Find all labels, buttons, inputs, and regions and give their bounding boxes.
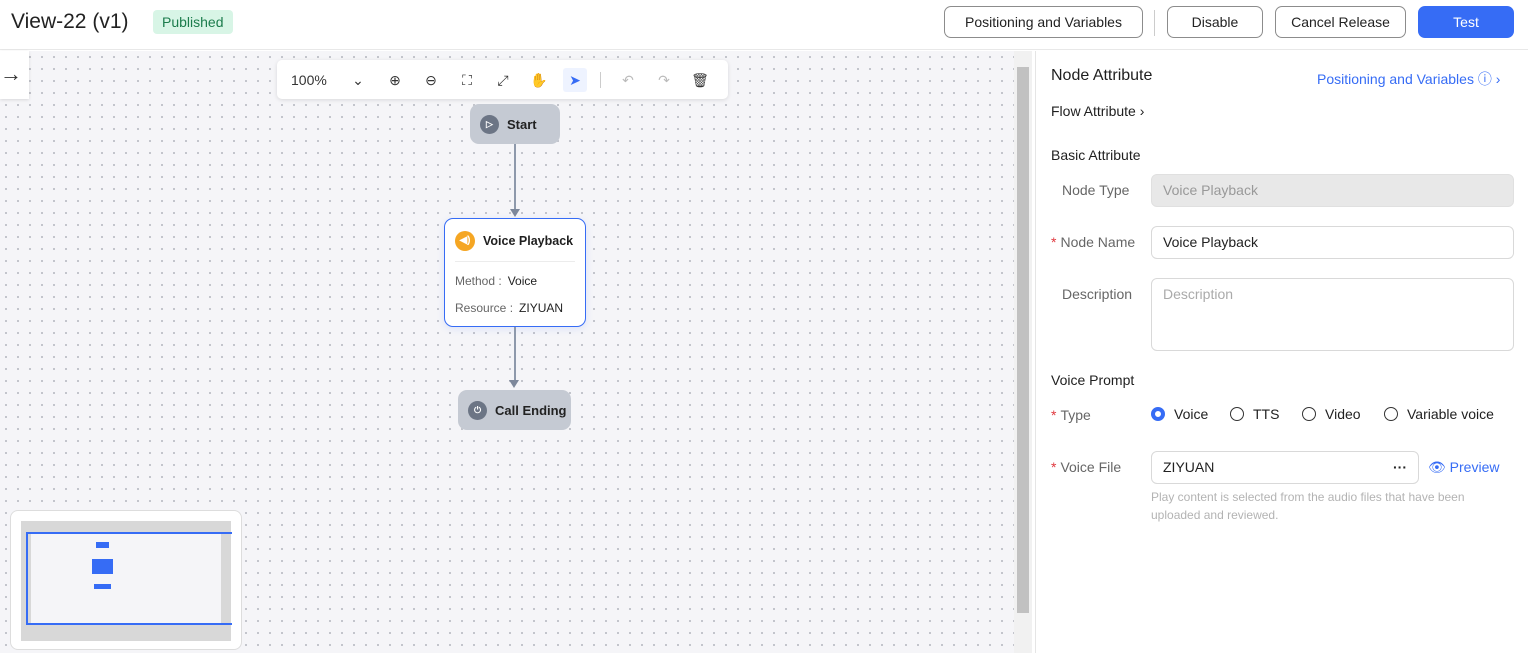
flow-attribute-label: Flow Attribute	[1051, 103, 1136, 119]
minimap-node	[92, 559, 113, 574]
radio-video[interactable]: Video	[1302, 406, 1361, 422]
start-node[interactable]: ▷ Start	[470, 104, 560, 144]
preview-label: Preview	[1449, 459, 1500, 475]
zoom-in-icon[interactable]: ⊕	[383, 68, 407, 92]
flow-canvas[interactable]: → 100% ⌄ ⊕ ⊖ ⛶ ⤢ ✋ ➤ ↶ ↷ 🗑 ▷ Start ◀) Voi…	[0, 51, 1014, 653]
method-label: Method :	[455, 274, 502, 288]
basic-attribute-heading: Basic Attribute	[1051, 147, 1141, 163]
description-textarea[interactable]: Description	[1151, 278, 1514, 351]
canvas-toolbar: 100% ⌄ ⊕ ⊖ ⛶ ⤢ ✋ ➤ ↶ ↷ 🗑	[277, 60, 728, 99]
select-pointer-icon[interactable]: ➤	[563, 68, 587, 92]
minimap[interactable]	[10, 510, 242, 650]
play-icon: ▷	[480, 114, 499, 134]
zoom-out-icon[interactable]: ⊖	[419, 68, 443, 92]
divider	[1154, 10, 1155, 36]
node-name-label: * Node Name	[1051, 234, 1136, 250]
panel-title: Node Attribute	[1051, 67, 1153, 84]
radio-tts[interactable]: TTS	[1230, 406, 1279, 422]
node-attribute-panel: Node Attribute Positioning and Variables…	[1035, 51, 1528, 653]
radio-circle	[1151, 407, 1165, 421]
node-title: Voice Playback	[483, 234, 574, 248]
start-node-label: Start	[507, 116, 537, 132]
delete-icon[interactable]: 🗑	[688, 68, 712, 92]
disable-button[interactable]: Disable	[1167, 6, 1263, 38]
node-type-label: Node Type	[1062, 182, 1130, 198]
cancel-release-button[interactable]: Cancel Release	[1275, 6, 1406, 38]
voice-prompt-heading: Voice Prompt	[1051, 372, 1135, 388]
call-ending-label: Call Ending	[495, 402, 567, 418]
preview-button[interactable]: 👁 Preview	[1428, 459, 1499, 476]
eye-icon: 👁	[1428, 459, 1446, 475]
radio-circle	[1384, 407, 1398, 421]
chevron-right-icon: ›	[1495, 71, 1501, 87]
status-badge: Published	[153, 10, 233, 34]
more-icon[interactable]: ···	[1393, 452, 1407, 483]
info-icon: ⓘ	[1477, 71, 1492, 87]
zoom-level[interactable]: 100%	[291, 68, 331, 92]
radio-label: Variable voice	[1407, 406, 1494, 422]
radio-circle	[1302, 407, 1316, 421]
fullscreen-icon[interactable]: ⤢	[491, 68, 515, 92]
link-label: Positioning and Variables	[1317, 71, 1474, 87]
minimap-viewport[interactable]	[26, 532, 232, 625]
flow-attribute-link[interactable]: Flow Attribute ›	[1051, 103, 1144, 119]
toolbar-divider	[600, 72, 601, 88]
radio-label: Voice	[1174, 406, 1209, 422]
power-icon: ⏻	[468, 400, 487, 420]
arrow-icon	[509, 380, 519, 388]
speaker-icon: ◀)	[455, 231, 475, 251]
hand-pan-icon[interactable]: ✋	[527, 68, 551, 92]
connector	[514, 327, 516, 381]
positioning-variables-button[interactable]: Positioning and Variables	[944, 6, 1143, 38]
connector	[514, 144, 516, 210]
radio-circle	[1230, 407, 1244, 421]
voice-file-hint: Play content is selected from the audio …	[1151, 490, 1465, 522]
positioning-variables-link[interactable]: Positioning and Variables ⓘ ›	[1317, 69, 1500, 89]
radio-variable-voice[interactable]: Variable voice	[1384, 406, 1494, 422]
call-ending-node[interactable]: ⏻ Call Ending	[458, 390, 571, 430]
undo-icon[interactable]: ↶	[616, 68, 640, 92]
header: View-22 (v1) Published Positioning and V…	[0, 0, 1528, 50]
chevron-down-icon[interactable]: ⌄	[346, 68, 370, 92]
minimap-node	[96, 542, 109, 548]
node-name-input[interactable]: Voice Playback	[1151, 226, 1514, 259]
radio-voice[interactable]: Voice	[1151, 406, 1208, 422]
type-label: * Type	[1051, 407, 1091, 423]
description-label: Description	[1062, 286, 1133, 302]
redo-icon[interactable]: ↷	[652, 68, 676, 92]
radio-label: Video	[1325, 406, 1361, 422]
resource-value: ZIYUAN	[519, 301, 564, 315]
arrow-icon	[510, 209, 520, 217]
scrollbar-thumb[interactable]	[1017, 67, 1029, 613]
canvas-scrollbar[interactable]	[1014, 51, 1032, 653]
radio-label: TTS	[1253, 406, 1280, 422]
minimap-node	[94, 584, 111, 589]
chevron-right-icon: ›	[1139, 103, 1145, 119]
resource-label: Resource :	[455, 301, 514, 315]
method-value: Voice	[507, 274, 538, 288]
expand-arrow-icon[interactable]: →	[0, 51, 29, 99]
voice-file-input[interactable]: ZIYUAN ···	[1151, 451, 1419, 484]
test-button[interactable]: Test	[1418, 6, 1514, 38]
voice-file-label: * Voice File	[1051, 459, 1122, 475]
page-title: View-22 (v1)	[11, 10, 129, 33]
voice-playback-node[interactable]: ◀) Voice Playback Method : Voice Resource …	[444, 218, 586, 327]
node-type-field: Voice Playback	[1151, 174, 1514, 207]
fit-view-icon[interactable]: ⛶	[455, 68, 479, 92]
voice-file-value: ZIYUAN	[1163, 459, 1215, 475]
